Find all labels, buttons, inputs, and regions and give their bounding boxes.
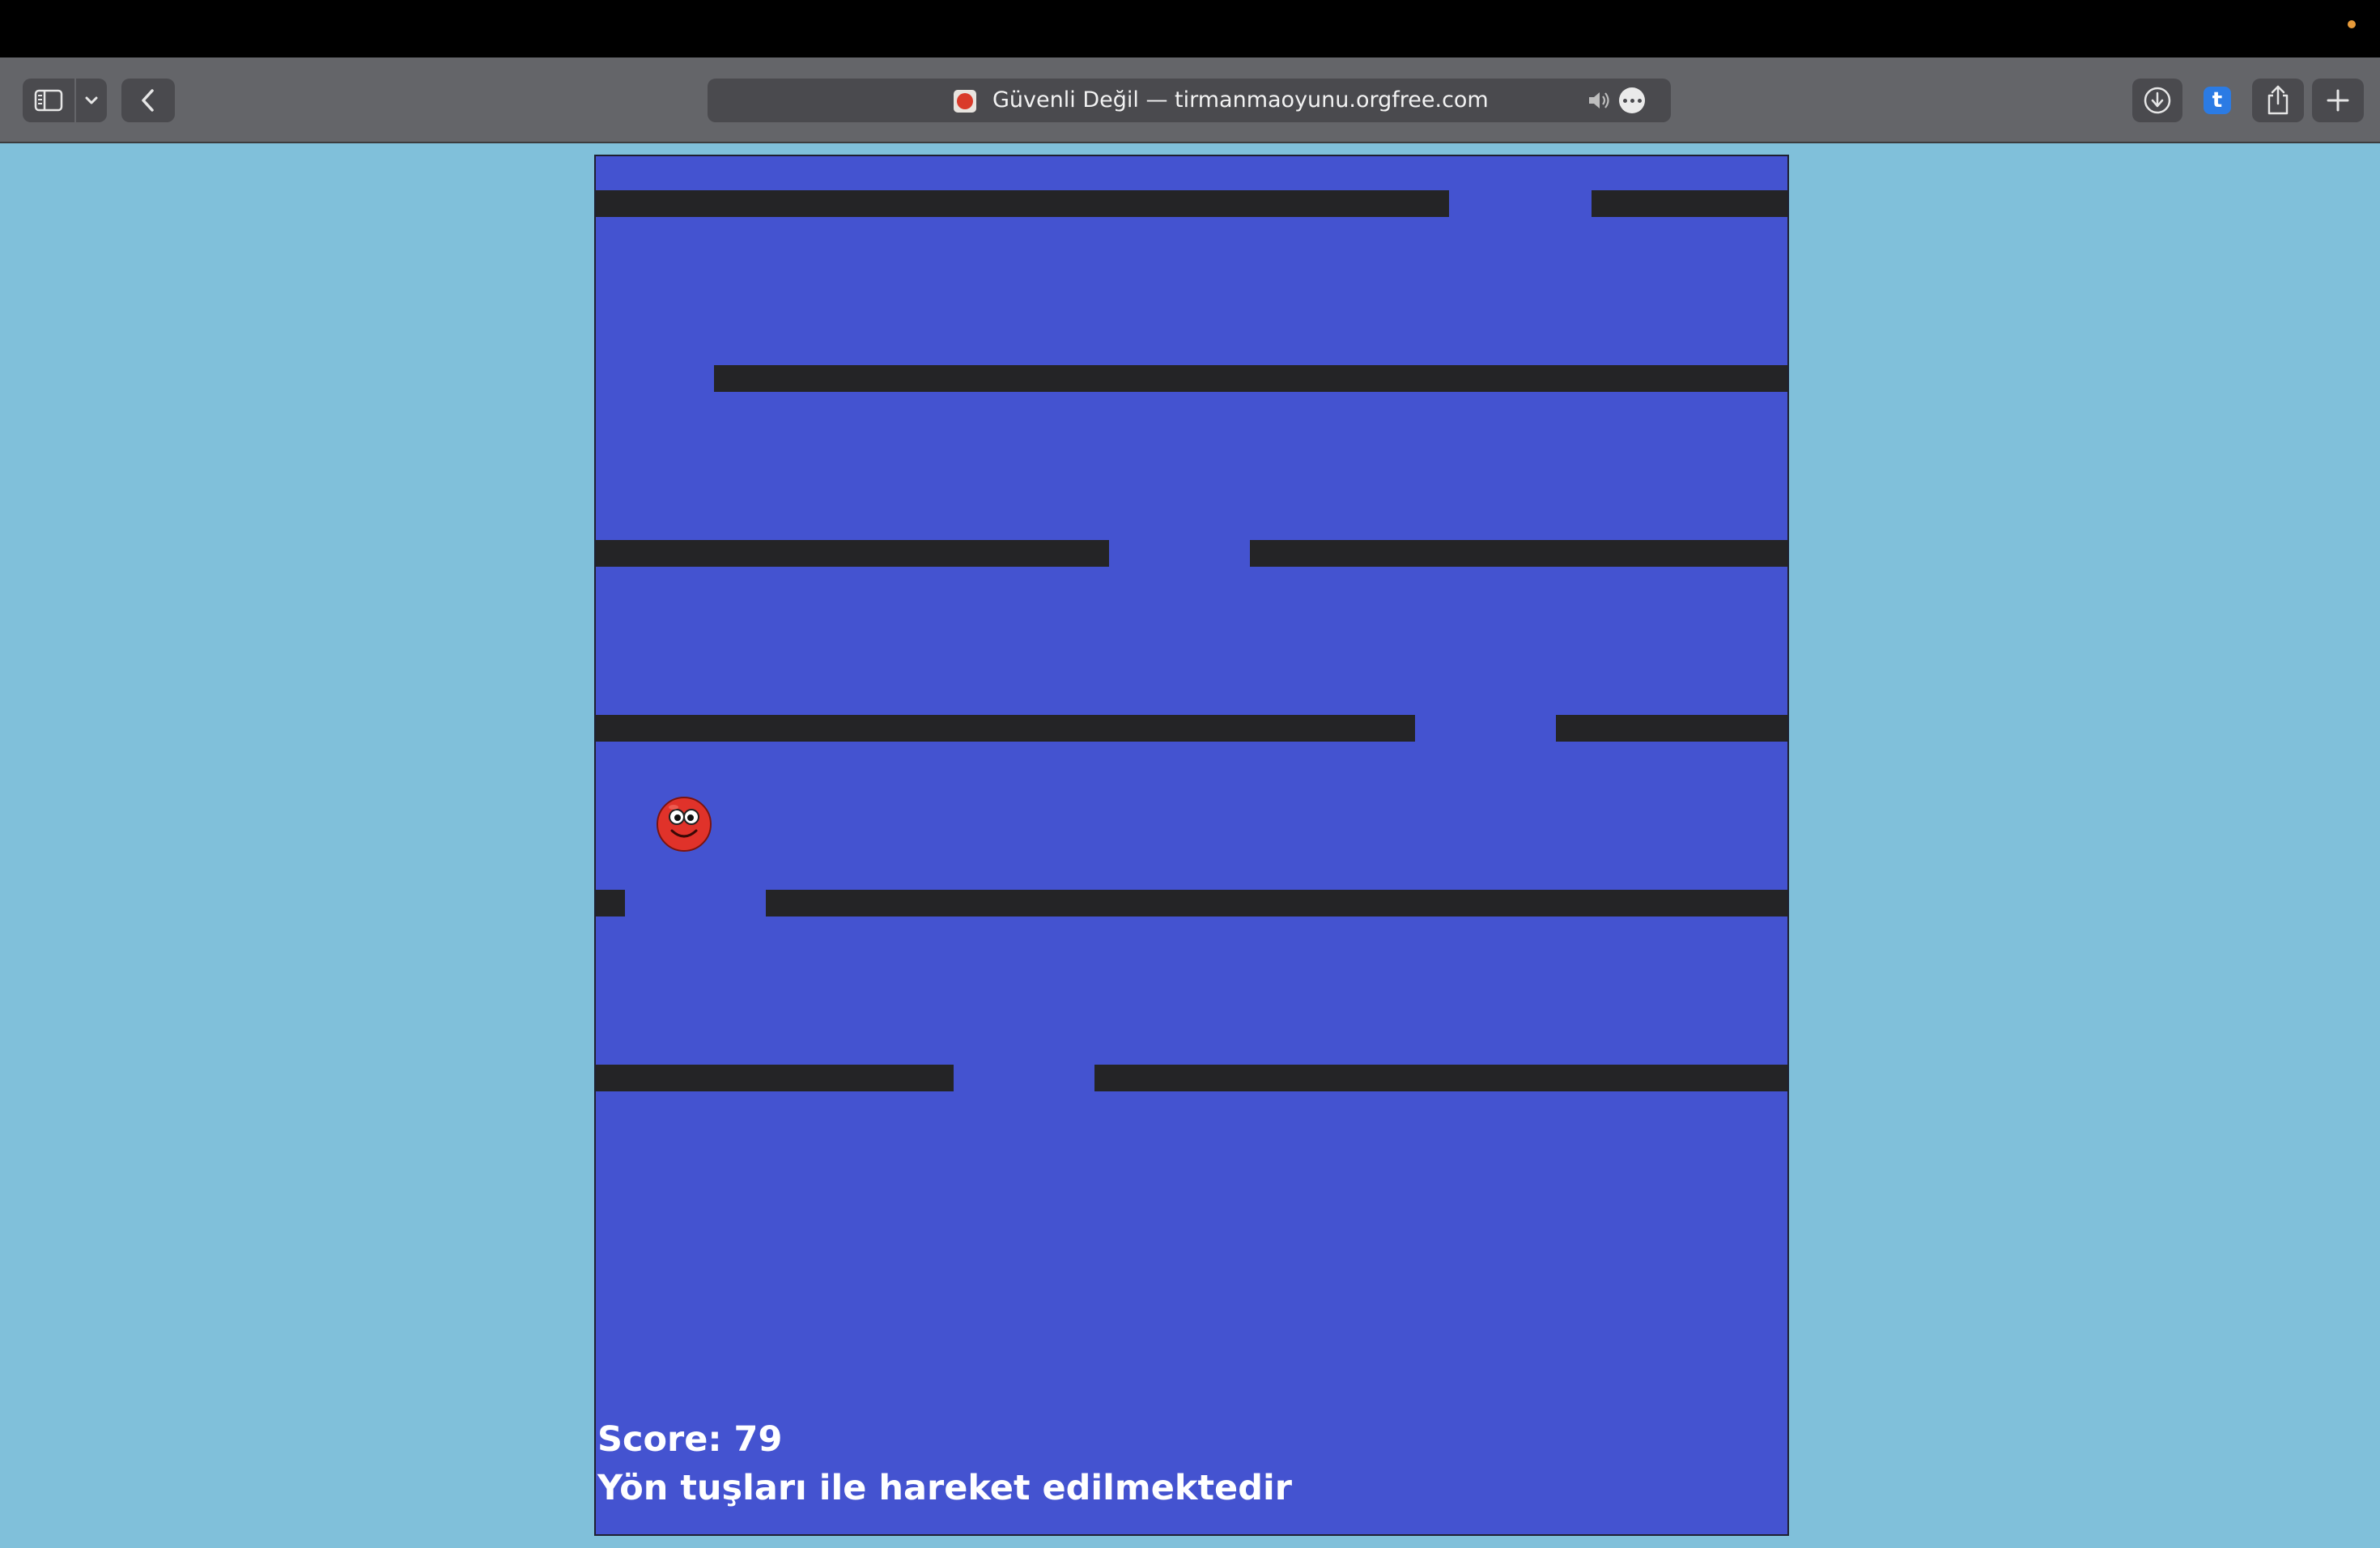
share-icon [2267,85,2289,115]
address-text: Güvenli Değil — tirmanmaoyunu.orgfree.co… [992,87,1489,113]
platform-row-1-left [596,190,1449,217]
platform-row-2 [714,365,1787,392]
player-ball [657,797,712,852]
more-options-icon[interactable] [1619,87,1645,113]
speaker-icon[interactable] [1587,89,1611,112]
platform-row-3-right [1250,540,1787,567]
platform-row-4-left [596,715,1415,742]
platform-row-1-right [1592,190,1787,217]
recording-indicator [2348,20,2356,28]
back-button[interactable] [121,79,175,122]
platform-row-4-right [1556,715,1787,742]
platform-row-5-left [596,890,625,916]
extension-icon: t [2204,87,2231,114]
chevron-left-icon [142,89,154,112]
share-button[interactable] [2252,79,2304,122]
browser-toolbar: Güvenli Değil — tirmanmaoyunu.orgfree.co… [0,57,2380,143]
score-text: Score: 79 [597,1419,783,1460]
new-tab-button[interactable] [2312,79,2364,122]
chevron-down-icon [85,96,98,104]
site-favicon-icon [954,90,976,113]
instructions-text: Yön tuşları ile hareket edilmektedir [597,1468,1292,1508]
platform-row-6-right [1094,1065,1787,1091]
sidebar-menu-button[interactable] [76,79,107,122]
extension-button[interactable]: t [2192,79,2242,122]
system-menubar [0,0,2380,57]
downloads-button[interactable] [2132,79,2182,122]
game-canvas[interactable]: Score: 79 Yön tuşları ile hareket edilme… [594,155,1789,1536]
sidebar-icon [34,89,63,112]
sidebar-toggle-button[interactable] [23,79,74,122]
download-icon [2144,87,2171,114]
platform-row-5-right [766,890,1787,916]
address-bar[interactable]: Güvenli Değil — tirmanmaoyunu.orgfree.co… [708,79,1671,122]
plus-icon [2327,89,2349,112]
platform-row-6-left [596,1065,954,1091]
platform-row-3-left [596,540,1109,567]
